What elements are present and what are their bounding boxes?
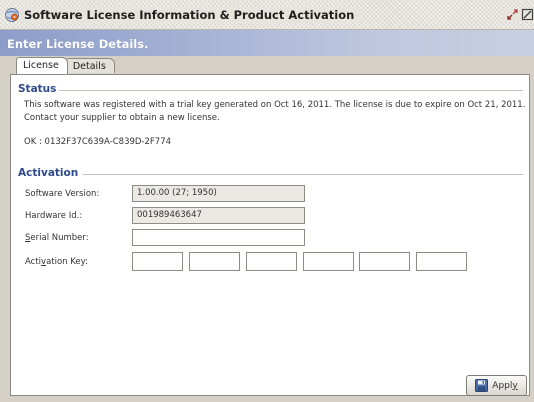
header-title: Enter License Details. bbox=[7, 37, 149, 51]
license-panel: Status This software was registered with… bbox=[10, 74, 530, 396]
apply-button-label: Apply bbox=[492, 380, 518, 391]
activation-key-part-5[interactable] bbox=[359, 252, 410, 271]
activation-key-part-1[interactable] bbox=[132, 252, 183, 271]
serial-number-input[interactable] bbox=[132, 229, 305, 246]
activation-key-label: Activation Key: bbox=[25, 257, 88, 267]
save-disk-icon bbox=[475, 379, 489, 392]
hardware-id-label: Hardware Id.: bbox=[25, 211, 83, 221]
activation-key-part-2[interactable] bbox=[189, 252, 240, 271]
activation-key-part-4[interactable] bbox=[303, 252, 354, 271]
tab-bar: License Details bbox=[16, 57, 115, 74]
serial-number-label: Serial Number: bbox=[25, 233, 89, 243]
hardware-id-field: 001989463647 bbox=[132, 207, 305, 224]
license-window: Software License Information & Product A… bbox=[0, 0, 534, 402]
close-icon[interactable] bbox=[521, 8, 534, 21]
activation-key-part-6[interactable] bbox=[416, 252, 467, 271]
gear-globe-icon bbox=[5, 8, 19, 22]
software-version-label: Software Version: bbox=[25, 189, 100, 199]
status-message-line2: Contact your supplier to obtain a new li… bbox=[24, 113, 220, 123]
status-message-line1: This software was registered with a tria… bbox=[24, 100, 526, 110]
header-strip: Enter License Details. bbox=[0, 30, 534, 56]
title-bar[interactable]: Software License Information & Product A… bbox=[0, 0, 534, 30]
window-title: Software License Information & Product A… bbox=[24, 7, 361, 23]
apply-button[interactable]: Apply bbox=[466, 375, 527, 396]
status-code: OK : 0132F37C639A-C839D-2F774 bbox=[24, 137, 172, 147]
status-section-title: Status bbox=[18, 83, 57, 95]
tab-details[interactable]: Details bbox=[65, 58, 115, 73]
restore-icon[interactable] bbox=[506, 8, 519, 21]
status-divider bbox=[59, 90, 523, 91]
software-version-field: 1.00.00 (27; 1950) bbox=[132, 185, 305, 202]
activation-divider bbox=[83, 174, 523, 175]
tab-license[interactable]: License bbox=[16, 57, 68, 74]
window-controls bbox=[502, 8, 534, 22]
activation-section-title: Activation bbox=[18, 167, 79, 179]
activation-key-part-3[interactable] bbox=[246, 252, 297, 271]
